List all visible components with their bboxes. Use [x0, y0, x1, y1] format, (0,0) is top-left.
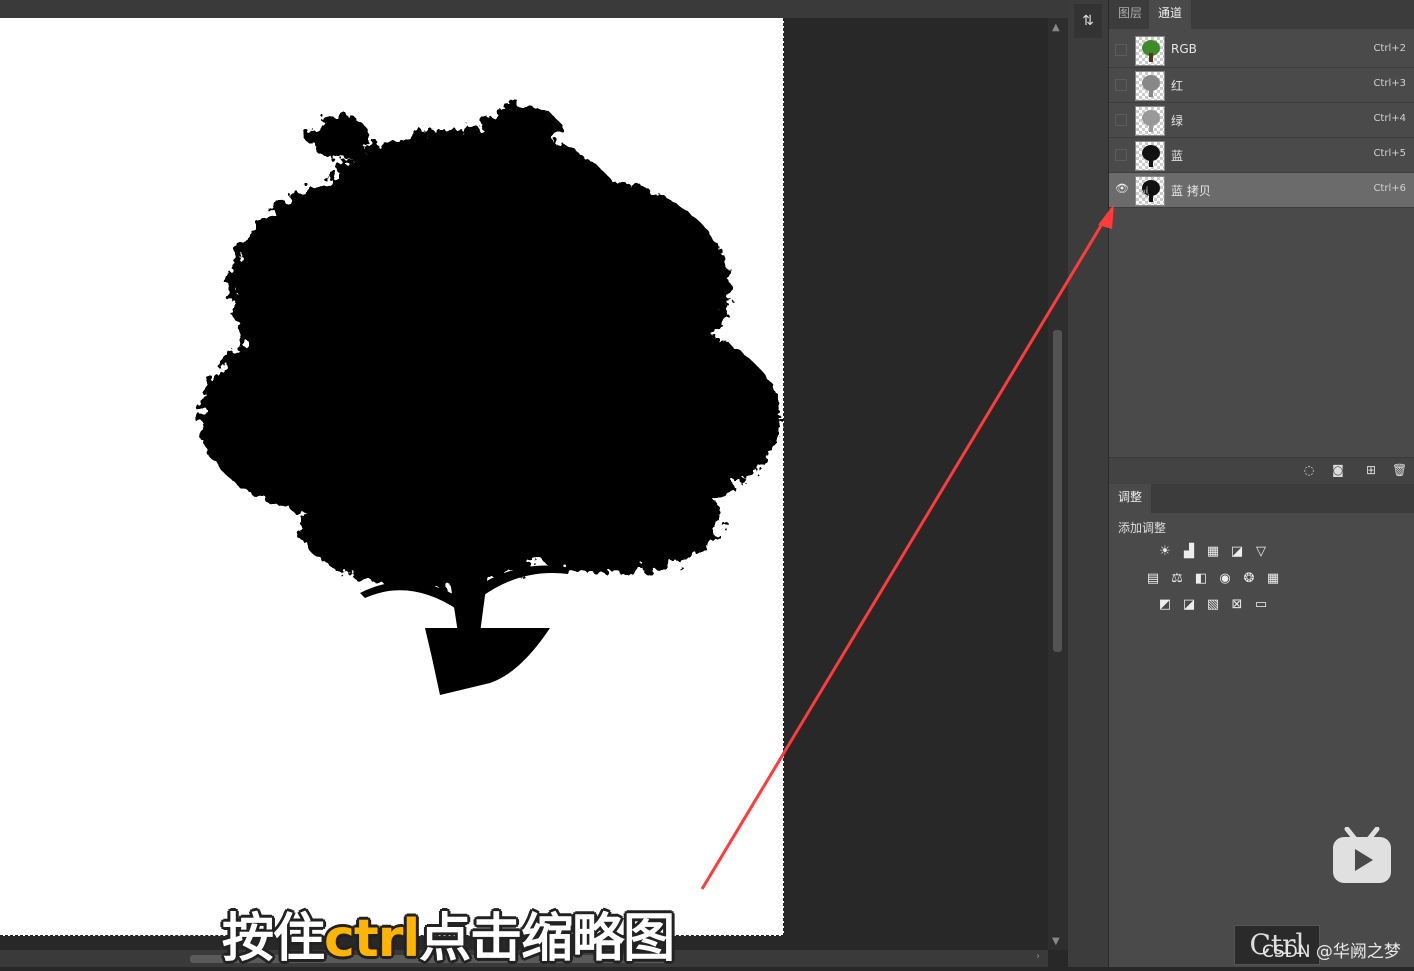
document-tab-bar: [0, 0, 1068, 18]
visibility-toggle[interactable]: [1115, 79, 1127, 91]
channel-thumbnail[interactable]: [1135, 141, 1165, 171]
channel-shortcut: Ctrl+4: [1373, 113, 1406, 124]
brightness-icon[interactable]: ☀: [1156, 544, 1174, 560]
posterize-icon[interactable]: ◪: [1180, 597, 1198, 613]
new-channel-icon[interactable]: ⊞: [1364, 463, 1378, 477]
color-lookup-icon[interactable]: ▦: [1264, 571, 1282, 587]
channel-name: 红: [1171, 79, 1184, 93]
load-selection-icon[interactable]: ◌: [1302, 463, 1316, 477]
levels-icon[interactable]: ▟: [1180, 544, 1198, 560]
vibrance-icon[interactable]: ▽: [1252, 544, 1270, 560]
watermark: CSDN @华阙之梦: [1262, 942, 1401, 962]
channel-name: 绿: [1171, 114, 1184, 128]
channel-row[interactable]: 蓝 Ctrl+5: [1109, 138, 1414, 173]
subtitle-highlight: ctrl: [324, 909, 420, 969]
vertical-scrollbar[interactable]: ▲ ▼: [1048, 18, 1068, 950]
scroll-up-icon[interactable]: ▲: [1052, 22, 1060, 33]
photo-filter-icon[interactable]: ◉: [1216, 571, 1234, 587]
channel-row[interactable]: 👁 ☝ 蓝 拷贝 Ctrl+6: [1109, 173, 1414, 208]
subtitle-text-before: 按住: [222, 909, 325, 969]
black-white-icon[interactable]: ◧: [1192, 571, 1210, 587]
curves-icon[interactable]: ▦: [1204, 544, 1222, 560]
visibility-toggle[interactable]: [1115, 149, 1127, 161]
threshold-icon[interactable]: ▧: [1204, 597, 1222, 613]
channel-mixer-icon[interactable]: ❂: [1240, 571, 1258, 587]
adjustments-tab-bar: 调整: [1109, 484, 1414, 513]
channel-shortcut: Ctrl+6: [1373, 183, 1406, 194]
bilibili-tv-icon: [1333, 827, 1391, 883]
subtitle-caption: 按住ctrl点击缩略图: [222, 896, 675, 971]
eye-icon[interactable]: 👁: [1115, 183, 1129, 196]
hand-cursor-icon: ☝: [1140, 183, 1150, 202]
history-panel-icon[interactable]: ⇅: [1074, 4, 1102, 38]
save-mask-icon[interactable]: ◙: [1331, 463, 1345, 477]
hue-saturation-icon[interactable]: ▤: [1144, 571, 1162, 587]
channel-name: 蓝 拷贝: [1171, 184, 1211, 198]
channel-row[interactable]: 红 Ctrl+3: [1109, 68, 1414, 103]
canvas-area[interactable]: [0, 18, 1048, 950]
vertical-scroll-thumb[interactable]: [1053, 330, 1062, 652]
channel-name: 蓝: [1171, 149, 1184, 163]
channel-thumbnail[interactable]: ☝: [1135, 176, 1165, 206]
tab-channels[interactable]: 通道: [1149, 0, 1192, 29]
invert-icon[interactable]: ◩: [1156, 597, 1174, 613]
scroll-right-icon[interactable]: ›: [1036, 951, 1040, 962]
channels-tab-bar: 图层 通道: [1109, 0, 1414, 29]
channel-shortcut: Ctrl+3: [1373, 78, 1406, 89]
channel-footer: ◌ ◙ ⊞ 🗑: [1109, 457, 1414, 484]
color-balance-icon[interactable]: ⚖: [1168, 571, 1186, 587]
tab-adjustments[interactable]: 调整: [1109, 484, 1152, 513]
tree-silhouette: [200, 106, 780, 695]
visibility-toggle[interactable]: [1115, 44, 1127, 56]
exposure-icon[interactable]: ◪: [1228, 544, 1246, 560]
document-canvas[interactable]: [0, 18, 784, 936]
scroll-down-icon[interactable]: ▼: [1052, 936, 1060, 947]
channel-name: RGB: [1171, 42, 1197, 56]
delete-channel-icon[interactable]: 🗑: [1392, 463, 1407, 477]
tab-layers[interactable]: 图层: [1109, 0, 1151, 29]
selective-color-icon[interactable]: ⊠: [1228, 597, 1246, 613]
channel-shortcut: Ctrl+2: [1373, 43, 1406, 54]
channel-thumbnail[interactable]: [1135, 106, 1165, 136]
channel-shortcut: Ctrl+5: [1373, 148, 1406, 159]
channel-row[interactable]: 绿 Ctrl+4: [1109, 103, 1414, 138]
panel-icon-strip: ⇅: [1068, 0, 1109, 967]
channel-thumbnail[interactable]: [1135, 36, 1165, 66]
channel-thumbnail[interactable]: [1135, 71, 1165, 101]
subtitle-text-after: 点击缩略图: [419, 909, 675, 969]
visibility-toggle[interactable]: [1115, 114, 1127, 126]
add-adjustment-label: 添加调整: [1118, 521, 1167, 535]
channel-row[interactable]: RGB Ctrl+2: [1109, 33, 1414, 68]
gradient-map-icon[interactable]: ▭: [1252, 597, 1270, 613]
channels-panel: 图层 通道 RGB Ctrl+2 红 Ctrl+3 绿 Ctrl+4 蓝 Ctrl+5 👁 ☝ 蓝 …: [1109, 0, 1414, 967]
